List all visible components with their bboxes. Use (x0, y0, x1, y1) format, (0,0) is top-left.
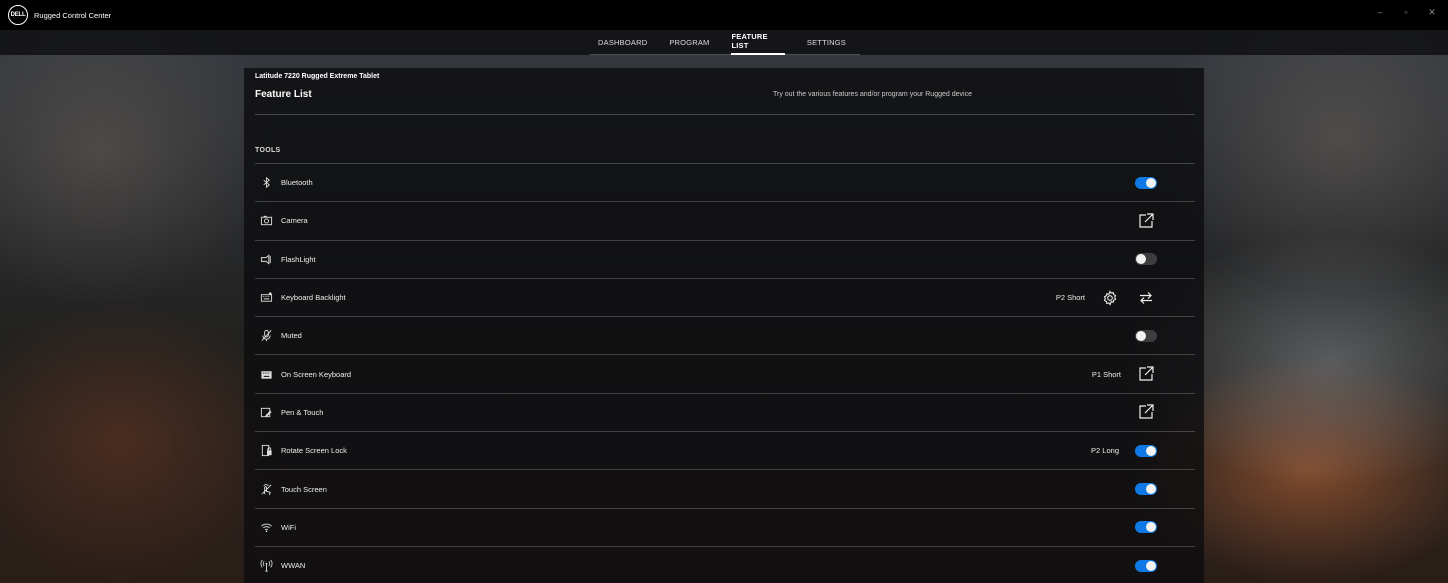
feature-label: Camera (281, 216, 308, 226)
rotate-lock-icon (259, 444, 273, 458)
feature-row-wifi: WiFi (255, 507, 1195, 546)
shortcut-label: P2 Long (1091, 446, 1119, 456)
toggle-knob (1146, 522, 1156, 533)
feature-label: Bluetooth (281, 178, 313, 188)
restore-button[interactable]: ▫ (1400, 7, 1412, 18)
device-name: Latitude 7220 Rugged Extreme Tablet (255, 73, 380, 80)
feature-label: Keyboard Backlight (281, 293, 346, 303)
feature-rows: Bluetooth Camera FlashLight Keyboard Backli… (255, 163, 1195, 583)
window-controls: – ▫ ✕ (1374, 7, 1438, 18)
tab-dashboard[interactable]: DASHBOARD (598, 30, 647, 55)
keyboard-icon (259, 367, 273, 381)
nav-bar: DASHBOARD PROGRAM FEATURE LIST SETTINGS (0, 30, 1448, 55)
toggle-knob (1136, 254, 1146, 265)
feature-row-bluetooth: Bluetooth (255, 163, 1195, 201)
keyboard-backlight-icon (259, 291, 273, 305)
rotate-screen-lock-toggle[interactable] (1135, 444, 1157, 457)
header-divider (255, 114, 1195, 115)
feature-label: Pen & Touch (281, 407, 324, 417)
feature-label: On Screen Keyboard (281, 369, 352, 379)
bluetooth-toggle[interactable] (1135, 176, 1157, 189)
feature-controls (1135, 241, 1157, 278)
open-external-icon[interactable] (1137, 212, 1155, 230)
open-external-icon[interactable] (1137, 403, 1155, 421)
toggle-knob (1136, 330, 1146, 341)
camera-icon (259, 214, 273, 228)
page-subtitle: Try out the various features and/or prog… (773, 91, 972, 98)
feature-controls: P1 Short (1092, 355, 1157, 392)
tab-feature-list[interactable]: FEATURE LIST (731, 30, 785, 55)
feature-controls (1135, 164, 1157, 201)
feature-label: Muted (281, 331, 302, 341)
flashlight-icon (259, 252, 273, 266)
feature-row-rotate-screen-lock: Rotate Screen Lock P2 Long (255, 431, 1195, 469)
cycle-arrows-icon[interactable] (1137, 289, 1155, 307)
gear-icon[interactable] (1101, 289, 1119, 307)
feature-controls (1137, 394, 1157, 431)
touch-screen-toggle[interactable] (1135, 483, 1157, 496)
feature-label: WiFi (281, 522, 296, 532)
bluetooth-icon (259, 176, 273, 190)
toggle-knob (1146, 445, 1156, 456)
nav-tabs: DASHBOARD PROGRAM FEATURE LIST SETTINGS (590, 30, 860, 55)
feature-label: Rotate Screen Lock (281, 446, 347, 456)
tab-settings[interactable]: SETTINGS (807, 30, 846, 55)
wifi-toggle[interactable] (1135, 521, 1157, 534)
feature-controls (1135, 470, 1157, 507)
feature-row-keyboard-backlight: Keyboard Backlight P2 Short (255, 277, 1195, 316)
pen-touch-icon (259, 405, 273, 419)
title-bar: DELL Rugged Control Center – ▫ ✕ (0, 0, 1448, 30)
feature-row-camera: Camera (255, 201, 1195, 239)
wifi-icon (259, 520, 273, 534)
shortcut-label: P1 Short (1091, 369, 1121, 379)
feature-controls: P2 Long (1091, 432, 1157, 469)
toggle-knob (1146, 484, 1156, 495)
shortcut-label: P2 Short (1055, 293, 1085, 303)
wwan-icon (259, 559, 273, 573)
feature-row-on-screen-keyboard: On Screen Keyboard P1 Short (255, 354, 1195, 392)
microphone-muted-icon (259, 329, 273, 343)
feature-label: FlashLight (281, 254, 316, 264)
wwan-toggle[interactable] (1135, 559, 1157, 572)
tab-program[interactable]: PROGRAM (669, 30, 709, 55)
feature-row-pen-and-touch: Pen & Touch (255, 392, 1195, 431)
feature-controls: P2 Short (1056, 279, 1157, 316)
dell-logo: DELL (8, 5, 28, 25)
touch-icon (259, 482, 273, 496)
flashlight-toggle[interactable] (1135, 253, 1157, 266)
feature-label: Touch Screen (281, 484, 327, 494)
feature-controls (1135, 317, 1157, 354)
open-external-icon[interactable] (1137, 365, 1155, 383)
section-label-tools: TOOLS (255, 147, 281, 154)
page-title: Feature List (255, 89, 312, 100)
toggle-knob (1146, 560, 1156, 571)
feature-row-flashlight: FlashLight (255, 239, 1195, 278)
feature-controls (1135, 547, 1157, 583)
close-button[interactable]: ✕ (1426, 7, 1438, 18)
feature-row-muted: Muted (255, 316, 1195, 354)
app-title: Rugged Control Center (34, 10, 112, 20)
feature-label: WWAN (281, 561, 306, 571)
minimize-button[interactable]: – (1374, 7, 1386, 18)
toggle-knob (1146, 177, 1156, 188)
feature-list-panel: Latitude 7220 Rugged Extreme Tablet Feat… (244, 68, 1204, 583)
feature-row-wwan: WWAN (255, 545, 1195, 583)
feature-row-touch-screen: Touch Screen (255, 469, 1195, 507)
feature-controls (1135, 509, 1157, 546)
feature-controls (1137, 202, 1157, 239)
muted-toggle[interactable] (1135, 329, 1157, 342)
